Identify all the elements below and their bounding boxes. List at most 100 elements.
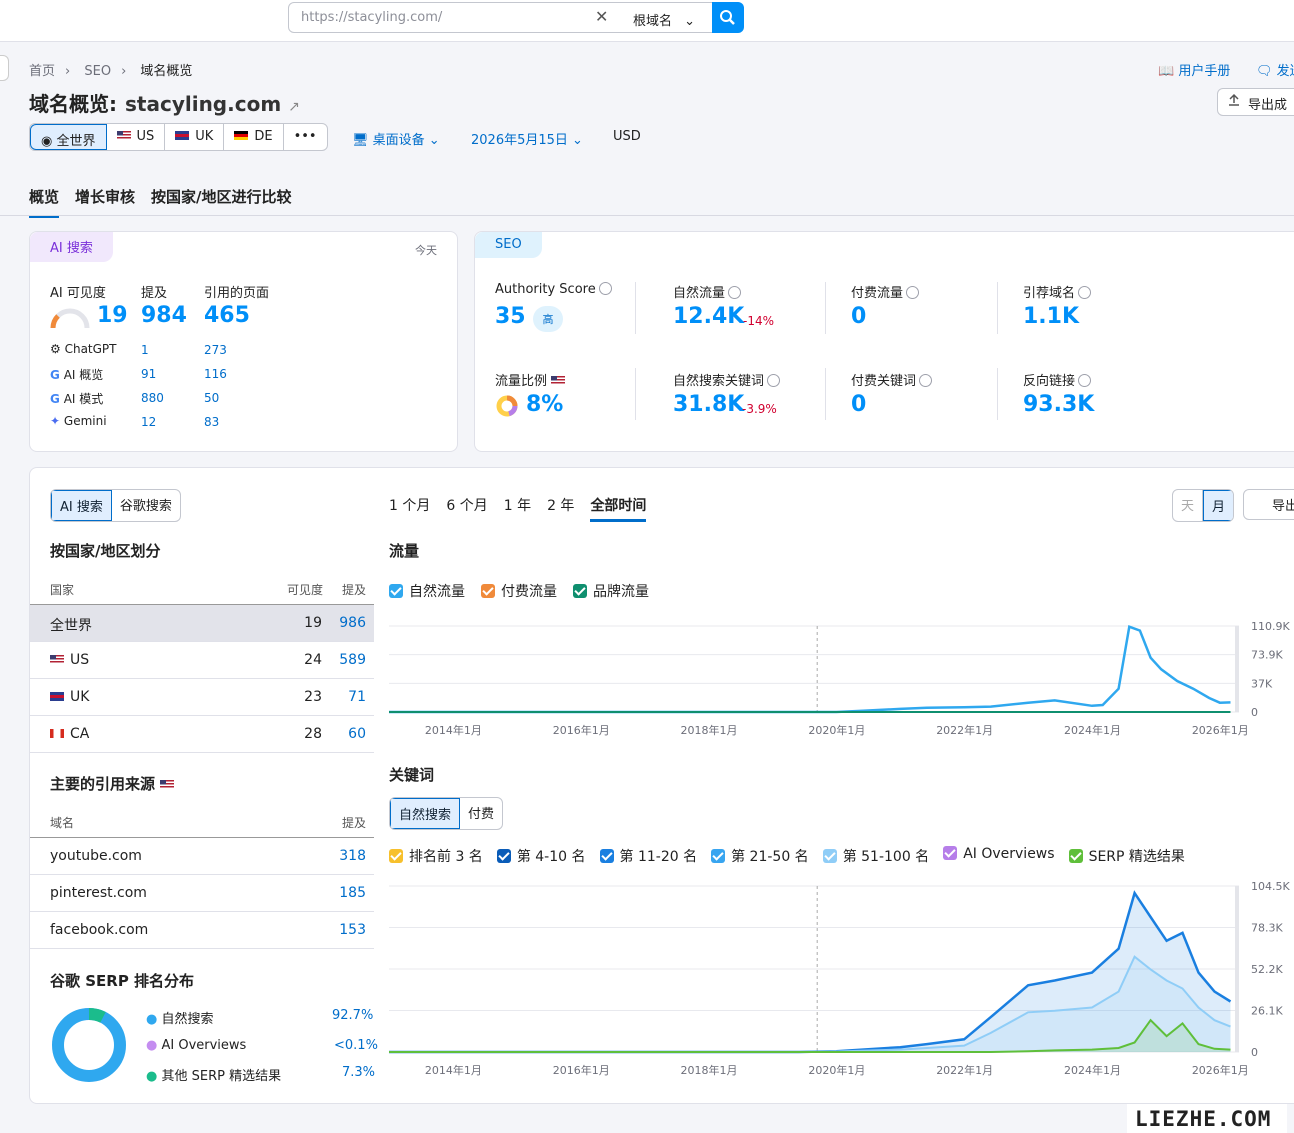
backlinks-value[interactable]: 93.3K [1023, 392, 1094, 417]
ai-row-pages[interactable]: 116 [204, 367, 227, 381]
region-more[interactable]: ••• [284, 124, 327, 150]
table-row[interactable]: 全世界 19 986 [30, 605, 374, 642]
legend-keyword-3[interactable]: 第 21-50 名 [711, 846, 809, 866]
ai-row-mentions[interactable]: 91 [141, 367, 156, 381]
legend-keyword-2[interactable]: 第 11-20 名 [599, 846, 697, 866]
help-icon[interactable] [1078, 374, 1092, 387]
ai-visibility-value[interactable]: 19 [97, 303, 128, 328]
toggle-ai-search[interactable]: AI 搜索 [51, 490, 112, 521]
legend-brand-traffic[interactable]: 品牌流量 [573, 581, 649, 601]
ai-row-mentions[interactable]: 12 [141, 415, 156, 429]
date-select[interactable]: 2026年5月15日 ⌄ [471, 129, 583, 148]
source-domain[interactable]: facebook.com [50, 922, 148, 938]
chart-export-button[interactable]: 导出 [1243, 489, 1294, 520]
toggle-paid[interactable]: 付费 [460, 798, 502, 829]
range-6m[interactable]: 6 个月 [446, 495, 487, 522]
legend-keyword-1[interactable]: 第 4-10 名 [496, 846, 586, 866]
backlinks-label: 反向链接 [1023, 370, 1092, 389]
ai-row-pages[interactable]: 50 [204, 391, 219, 405]
organic-keywords-value[interactable]: 31.8K [673, 392, 744, 417]
table-row[interactable]: youtube.com 318 [30, 838, 374, 875]
external-link-icon[interactable]: ↗ [288, 99, 300, 115]
paid-traffic-value[interactable]: 0 [851, 304, 866, 329]
country-mentions[interactable]: 71 [348, 689, 366, 705]
granularity-day[interactable]: 天 [1173, 490, 1204, 521]
table-row[interactable]: CA 28 60 [30, 716, 374, 753]
ai-row-mentions[interactable]: 880 [141, 391, 164, 405]
country-mentions[interactable]: 589 [339, 652, 366, 668]
mentions-value[interactable]: 984 [141, 303, 187, 328]
breadcrumb-current: 域名概览 [140, 64, 193, 79]
authority-score-value[interactable]: 35 [495, 304, 526, 329]
ai-row-mentions[interactable]: 1 [141, 343, 149, 357]
feedback-link[interactable]: 🗨 发送 [1256, 60, 1294, 79]
book-icon: 📖 [1158, 64, 1175, 79]
tab-growth[interactable]: 增长审核 [75, 186, 135, 218]
source-domain[interactable]: youtube.com [50, 848, 142, 864]
ai-row-pages[interactable]: 273 [204, 343, 227, 357]
legend-organic-traffic[interactable]: 自然流量 [389, 581, 465, 601]
table-row[interactable]: UK 23 71 [30, 679, 374, 716]
metric-label: 流量比例 [495, 374, 548, 389]
referring-domains-value[interactable]: 1.1K [1023, 304, 1079, 329]
table-row[interactable]: facebook.com 153 [30, 912, 374, 949]
source-domain[interactable]: pinterest.com [50, 885, 147, 901]
paid-keywords-value[interactable]: 0 [851, 392, 866, 417]
range-1m[interactable]: 1 个月 [389, 495, 430, 522]
traffic-share-value[interactable]: 8% [526, 392, 563, 417]
breadcrumb-seo[interactable]: SEO [84, 64, 111, 79]
traffic-line-chart[interactable]: 110.9K 73.9K 37K 0 2014年1月 2016年1月 2018年1月 2020… [389, 618, 1294, 748]
source-count[interactable]: 318 [339, 848, 366, 864]
table-row[interactable]: pinterest.com 185 [30, 875, 374, 912]
legend-keyword-6[interactable]: SERP 精选结果 [1068, 846, 1185, 866]
help-icon[interactable] [598, 282, 612, 295]
country-mentions[interactable]: 60 [348, 726, 366, 742]
help-icon[interactable] [1078, 286, 1092, 299]
source-count[interactable]: 153 [339, 922, 366, 938]
region-uk[interactable]: UK [165, 124, 225, 150]
region-us[interactable]: US [107, 124, 166, 150]
serp-label: 其他 SERP 精选结果 [161, 1069, 282, 1084]
search-input[interactable]: https://stacyling.com/ [301, 10, 442, 25]
help-icon[interactable] [906, 286, 920, 299]
keywords-area-chart[interactable]: 104.5K 78.3K 52.2K 26.1K 0 2014年1月 2016年1月 2018… [389, 878, 1294, 1088]
search-button[interactable] [712, 2, 744, 33]
divider [997, 282, 998, 334]
ai-row-pages[interactable]: 83 [204, 415, 219, 429]
close-icon[interactable]: ✕ [595, 7, 608, 26]
range-all[interactable]: 全部时间 [590, 495, 647, 522]
region-worldwide[interactable]: ◉ 全世界 [30, 124, 107, 150]
tab-overview[interactable]: 概览 [29, 186, 60, 218]
time-range-tabs: 1 个月 6 个月 1 年 2 年 全部时间 [389, 495, 647, 522]
scope-select[interactable]: 根域名 ⌄ [621, 2, 713, 33]
country-header: 国家 [50, 583, 75, 597]
organic-traffic-value[interactable]: 12.4K [673, 304, 744, 329]
breadcrumb-home[interactable]: 首页 [29, 64, 55, 79]
region-de[interactable]: DE [224, 124, 284, 150]
legend-keyword-5[interactable]: AI Overviews [943, 846, 1055, 866]
search-box[interactable]: https://stacyling.com/ ✕ [288, 2, 622, 33]
toggle-google-search[interactable]: 谷歌搜索 [112, 490, 180, 521]
tab-compare[interactable]: 按国家/地区进行比较 [151, 186, 291, 218]
help-icon[interactable] [728, 286, 742, 299]
legend-keyword-4[interactable]: 第 51-100 名 [822, 846, 929, 866]
toggle-organic[interactable]: 自然搜索 [390, 798, 461, 829]
granularity-month[interactable]: 月 [1203, 490, 1234, 521]
range-2y[interactable]: 2 年 [547, 495, 574, 522]
manual-link[interactable]: 📖 用户手册 [1158, 60, 1230, 79]
legend-paid-traffic[interactable]: 付费流量 [481, 581, 557, 601]
source-count[interactable]: 185 [339, 885, 366, 901]
range-1y[interactable]: 1 年 [504, 495, 531, 522]
sidebar-toggle[interactable] [0, 55, 9, 81]
country-mentions[interactable]: 986 [339, 615, 366, 631]
help-icon[interactable] [919, 374, 933, 387]
table-row[interactable]: US 24 589 [30, 642, 374, 679]
cited-pages-value[interactable]: 465 [204, 303, 250, 328]
google-icon: G [50, 392, 60, 406]
serp-section-title: 谷歌 SERP 排名分布 [50, 972, 195, 990]
region-label: 全世界 [56, 134, 96, 149]
device-select[interactable]: 🖥 桌面设备 ⌄ [352, 129, 440, 148]
legend-keyword-0[interactable]: 排名前 3 名 [389, 846, 483, 866]
y-tick-label: 0 [1251, 706, 1258, 719]
help-icon[interactable] [767, 374, 781, 387]
